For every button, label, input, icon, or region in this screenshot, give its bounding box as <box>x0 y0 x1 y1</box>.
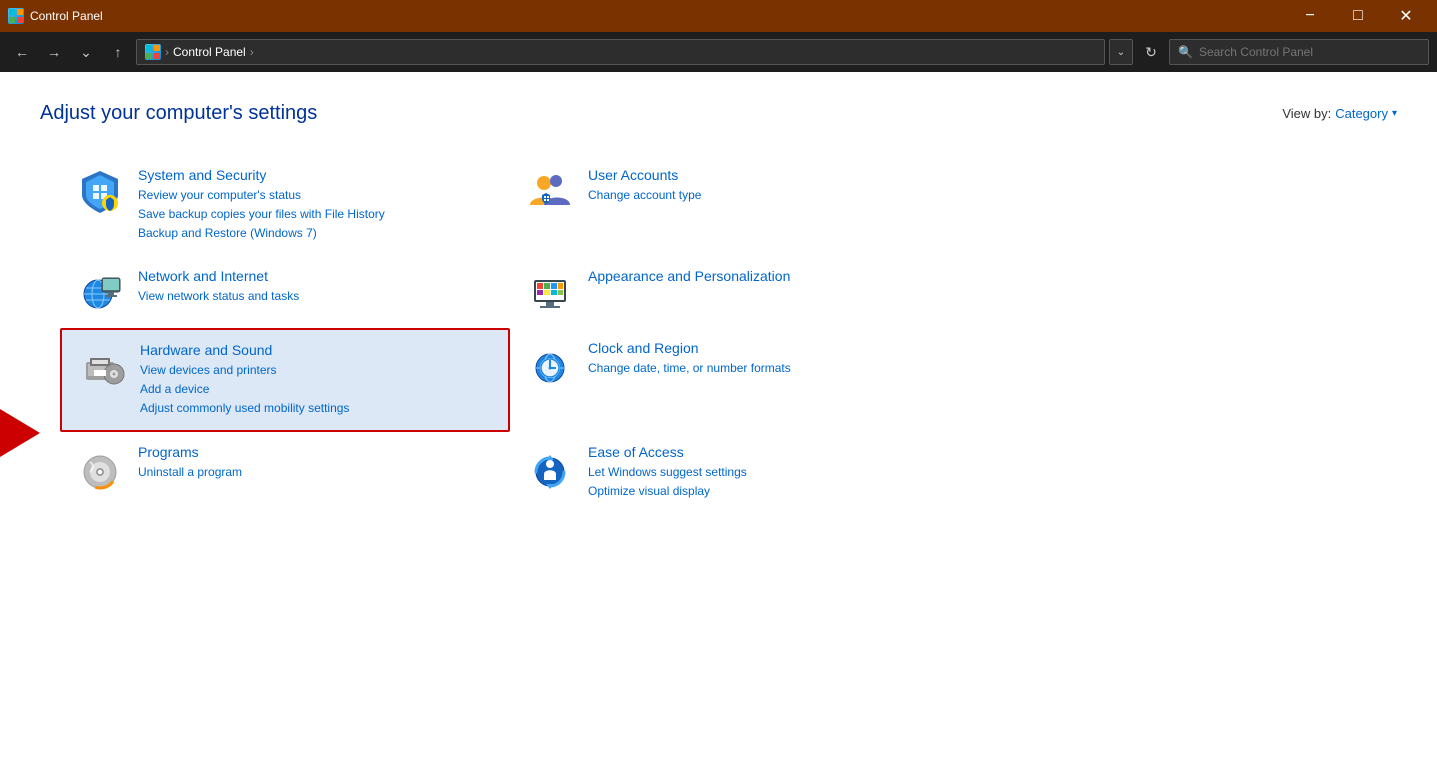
network-internet-icon <box>76 268 124 316</box>
page-header: Adjust your computer's settings View by:… <box>40 102 1397 125</box>
title-bar: Control Panel − □ ✕ <box>0 0 1437 32</box>
app-icon <box>8 8 24 24</box>
path-folder-icon <box>145 44 161 60</box>
user-accounts-title[interactable]: User Accounts <box>588 167 944 183</box>
hardware-sound-icon <box>78 342 126 390</box>
appearance-title[interactable]: Appearance and Personalization <box>588 268 944 284</box>
category-user-accounts[interactable]: User Accounts Change account type <box>510 155 960 256</box>
address-path-box[interactable]: › Control Panel › <box>136 39 1105 65</box>
system-security-icon <box>76 167 124 215</box>
hardware-sound-link-2[interactable]: Add a device <box>140 380 492 399</box>
recent-pages-button[interactable]: ⌄ <box>72 38 100 66</box>
programs-link-1[interactable]: Uninstall a program <box>138 463 494 482</box>
network-internet-link-1[interactable]: View network status and tasks <box>138 287 494 306</box>
user-accounts-link-1[interactable]: Change account type <box>588 186 944 205</box>
main-content: Adjust your computer's settings View by:… <box>0 72 1437 766</box>
content-area: System and Security Review your computer… <box>40 155 1397 514</box>
clock-region-title[interactable]: Clock and Region <box>588 340 944 356</box>
window-title: Control Panel <box>30 9 1287 23</box>
system-security-link-2[interactable]: Save backup copies your files with File … <box>138 205 494 224</box>
refresh-button[interactable]: ↻ <box>1137 38 1165 66</box>
category-network-internet[interactable]: Network and Internet View network status… <box>60 256 510 328</box>
categories-grid: System and Security Review your computer… <box>60 155 960 514</box>
arrow-indicator <box>0 403 40 463</box>
up-button[interactable]: ↑ <box>104 38 132 66</box>
appearance-icon <box>526 268 574 316</box>
minimize-button[interactable]: − <box>1287 0 1333 32</box>
close-button[interactable]: ✕ <box>1383 0 1429 32</box>
ease-of-access-content: Ease of Access Let Windows suggest setti… <box>588 444 944 501</box>
page-title: Adjust your computer's settings <box>40 102 317 125</box>
view-by-selector: View by: Category ▾ <box>1282 106 1397 121</box>
hardware-sound-link-3[interactable]: Adjust commonly used mobility settings <box>140 399 492 418</box>
network-internet-title[interactable]: Network and Internet <box>138 268 494 284</box>
back-button[interactable]: ← <box>8 38 36 66</box>
appearance-content: Appearance and Personalization <box>588 268 944 287</box>
programs-content: Programs Uninstall a program <box>138 444 494 482</box>
address-chevron-button[interactable]: ⌄ <box>1109 39 1133 65</box>
hardware-sound-content: Hardware and Sound View devices and prin… <box>140 342 492 419</box>
clock-region-icon <box>526 340 574 388</box>
ease-of-access-link-2[interactable]: Optimize visual display <box>588 482 944 501</box>
category-ease-of-access[interactable]: Ease of Access Let Windows suggest setti… <box>510 432 960 513</box>
system-security-title[interactable]: System and Security <box>138 167 494 183</box>
clock-region-content: Clock and Region Change date, time, or n… <box>588 340 944 378</box>
system-security-content: System and Security Review your computer… <box>138 167 494 244</box>
system-security-link-1[interactable]: Review your computer's status <box>138 186 494 205</box>
view-by-chevron-icon[interactable]: ▾ <box>1392 108 1397 119</box>
forward-button[interactable]: → <box>40 38 68 66</box>
clock-region-link-1[interactable]: Change date, time, or number formats <box>588 359 944 378</box>
path-separator-2: › <box>250 45 254 59</box>
hardware-sound-title[interactable]: Hardware and Sound <box>140 342 492 358</box>
hardware-sound-link-1[interactable]: View devices and printers <box>140 361 492 380</box>
category-programs[interactable]: Programs Uninstall a program <box>60 432 510 513</box>
user-accounts-icon <box>526 167 574 215</box>
maximize-button[interactable]: □ <box>1335 0 1381 32</box>
ease-of-access-link-1[interactable]: Let Windows suggest settings <box>588 463 944 482</box>
ease-of-access-icon <box>526 444 574 492</box>
category-system-security[interactable]: System and Security Review your computer… <box>60 155 510 256</box>
view-by-value[interactable]: Category <box>1335 106 1388 121</box>
programs-title[interactable]: Programs <box>138 444 494 460</box>
user-accounts-content: User Accounts Change account type <box>588 167 944 205</box>
category-hardware-sound[interactable]: Hardware and Sound View devices and prin… <box>60 328 510 433</box>
category-clock-region[interactable]: Clock and Region Change date, time, or n… <box>510 328 960 433</box>
window-controls: − □ ✕ <box>1287 0 1429 32</box>
path-separator-1: › <box>165 45 169 59</box>
search-icon: 🔍 <box>1178 45 1193 59</box>
view-by-label: View by: <box>1282 106 1331 121</box>
path-label: Control Panel <box>173 45 246 59</box>
category-appearance[interactable]: Appearance and Personalization <box>510 256 960 328</box>
address-bar: ← → ⌄ ↑ › Control Panel › ⌄ ↻ 🔍 <box>0 32 1437 72</box>
system-security-link-3[interactable]: Backup and Restore (Windows 7) <box>138 224 494 243</box>
ease-of-access-title[interactable]: Ease of Access <box>588 444 944 460</box>
search-input[interactable] <box>1199 45 1420 59</box>
programs-icon <box>76 444 124 492</box>
network-internet-content: Network and Internet View network status… <box>138 268 494 306</box>
search-box[interactable]: 🔍 <box>1169 39 1429 65</box>
